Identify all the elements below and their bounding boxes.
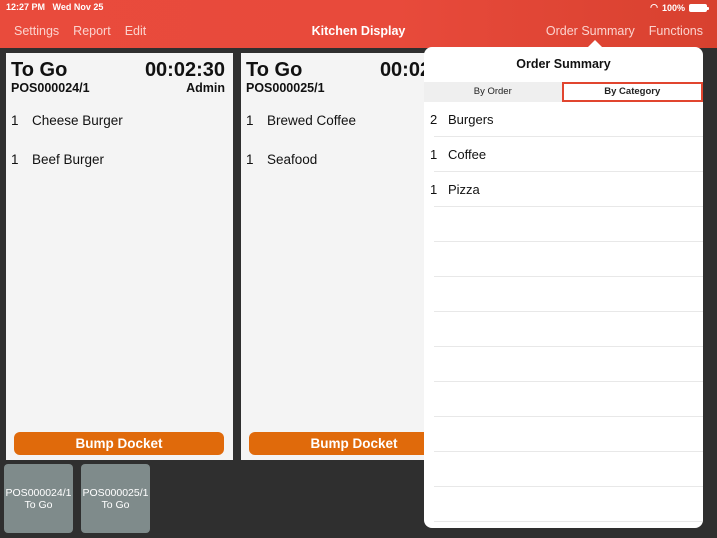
status-time: 12:27 PM Wed Nov 25 bbox=[6, 2, 104, 12]
summary-row-empty bbox=[424, 242, 703, 277]
docket-order-number: POS000024/1 bbox=[11, 81, 90, 95]
summary-row-empty bbox=[424, 382, 703, 417]
docket-staff: Admin bbox=[186, 81, 225, 95]
row-name: Coffee bbox=[448, 147, 487, 162]
item-qty: 1 bbox=[11, 113, 19, 128]
summary-list: 2 Burgers 1 Coffee 1 Pizza bbox=[424, 102, 703, 522]
item-qty: 1 bbox=[246, 113, 254, 128]
thumbnail-order: POS000025/1 bbox=[82, 486, 149, 499]
summary-row-empty bbox=[424, 347, 703, 382]
docket-thumbnail[interactable]: POS000025/1 To Go bbox=[81, 464, 150, 533]
thumbnail-type: To Go bbox=[101, 498, 130, 511]
thumbnail-order: POS000024/1 bbox=[5, 486, 72, 499]
top-bar: 12:27 PM Wed Nov 25 ◠ 100% Settings Repo… bbox=[0, 0, 717, 48]
summary-row-empty bbox=[424, 417, 703, 452]
docket-item: 1 Cheese Burger bbox=[11, 113, 123, 152]
item-qty: 1 bbox=[246, 152, 254, 167]
docket-type: To Go bbox=[11, 59, 68, 81]
item-qty: 1 bbox=[11, 152, 19, 167]
docket-items: 1 Cheese Burger 1 Beef Burger bbox=[11, 113, 123, 191]
thumbnail-type: To Go bbox=[24, 498, 53, 511]
summary-row-empty bbox=[424, 277, 703, 312]
row-qty: 1 bbox=[430, 147, 438, 162]
battery-percent: 100% bbox=[661, 2, 685, 13]
summary-row: 1 Coffee bbox=[424, 137, 703, 172]
battery-icon bbox=[689, 3, 709, 12]
functions-button[interactable]: Functions bbox=[649, 24, 703, 38]
summary-segmented-control: By Order By Category bbox=[424, 82, 703, 102]
docket-card[interactable]: To Go 00:02:30 POS000024/1 Admin 1 Cheese… bbox=[6, 53, 233, 460]
status-indicators: ◠ 100% bbox=[650, 2, 709, 13]
docket-thumbnail[interactable]: POS000024/1 To Go bbox=[4, 464, 73, 533]
nav-right: Order Summary Functions bbox=[546, 24, 703, 38]
row-qty: 1 bbox=[430, 182, 438, 197]
summary-row-empty bbox=[424, 207, 703, 242]
summary-row: 2 Burgers bbox=[424, 102, 703, 137]
summary-row-empty bbox=[424, 312, 703, 347]
docket-order-number: POS000025/1 bbox=[246, 81, 325, 95]
item-name: Seafood bbox=[267, 152, 318, 167]
tab-by-order[interactable]: By Order bbox=[424, 82, 562, 102]
row-name: Burgers bbox=[448, 112, 494, 127]
tab-by-category[interactable]: By Category bbox=[561, 82, 703, 102]
row-name: Pizza bbox=[448, 182, 480, 197]
popover-title: Order Summary bbox=[516, 57, 611, 71]
docket-item: 1 Beef Burger bbox=[11, 152, 123, 191]
item-name: Cheese Burger bbox=[32, 113, 123, 128]
bump-docket-button[interactable]: Bump Docket bbox=[14, 432, 224, 455]
docket-items: 1 Brewed Coffee 1 Seafood bbox=[246, 113, 356, 191]
summary-row-empty bbox=[424, 487, 703, 522]
docket-item: 1 Brewed Coffee bbox=[246, 113, 356, 152]
wifi-icon: ◠ bbox=[650, 2, 658, 12]
summary-row-empty bbox=[424, 452, 703, 487]
item-name: Brewed Coffee bbox=[267, 113, 357, 128]
order-summary-button[interactable]: Order Summary bbox=[546, 24, 635, 38]
docket-timer: 00:02:30 bbox=[144, 59, 225, 81]
order-summary-popover: Order Summary By Order By Category 2 Burg… bbox=[424, 47, 703, 528]
docket-type: To Go bbox=[246, 59, 303, 81]
summary-row: 1 Pizza bbox=[424, 172, 703, 207]
row-qty: 2 bbox=[430, 112, 438, 127]
docket-item: 1 Seafood bbox=[246, 152, 356, 191]
item-name: Beef Burger bbox=[32, 152, 105, 167]
